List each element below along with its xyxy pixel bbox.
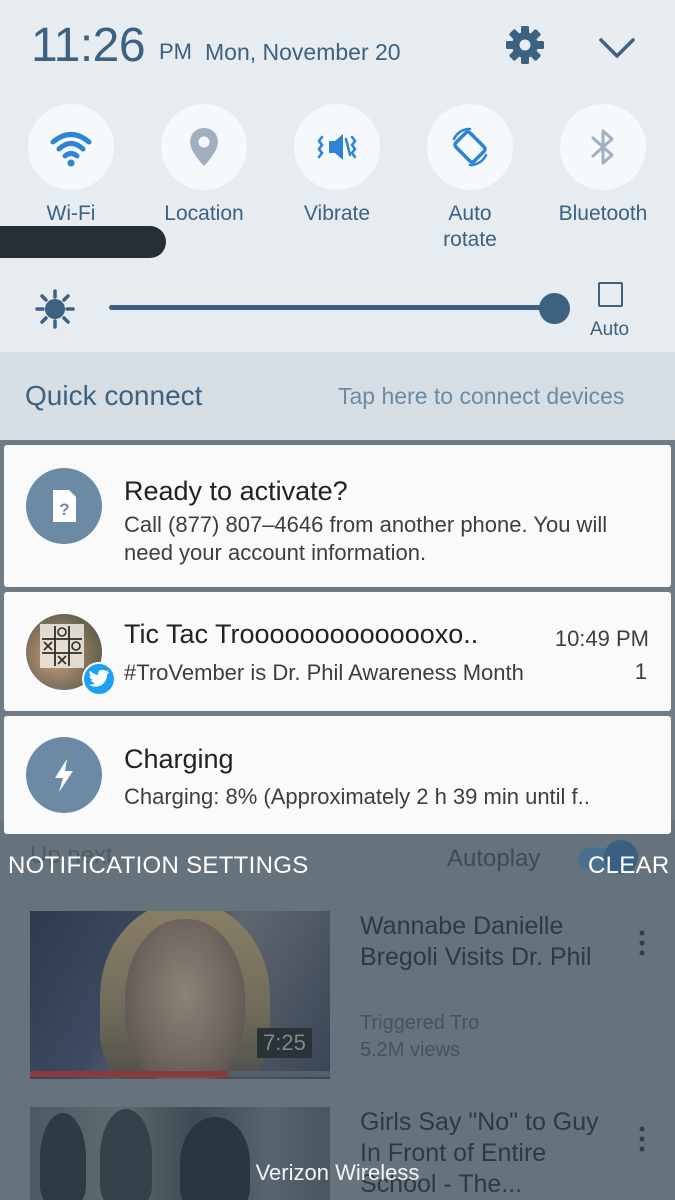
date-label: Mon, November 20 [205,39,401,65]
redaction-bar [0,226,166,258]
notification-body: #TroVember is Dr. Phil Awareness Month [124,660,524,685]
toggle-label: Vibrate [303,202,371,225]
chevron-down-icon[interactable] [597,28,637,68]
video-views: 5.2M views [360,1039,461,1061]
auto-brightness-checkbox[interactable] [598,282,623,307]
notification-count: 1 [634,659,647,684]
notification-card[interactable]: Tic Tac Troooooooooooooxo.. 10:49 PM #Tr… [4,592,671,711]
wifi-icon [50,132,92,167]
watch-progress [30,1071,228,1077]
more-options-icon: • • • [638,1119,646,1159]
bluetooth-toggle[interactable]: Bluetooth [543,104,663,264]
notification-card[interactable]: Charging Charging: 8% (Approximately 2 h… [4,716,671,834]
vibrate-icon [317,134,357,160]
auto-rotate-toggle[interactable]: Auto rotate [410,104,530,264]
notification-time: 10:49 PM [554,626,649,651]
bluetooth-icon [591,129,614,165]
notification-settings-button[interactable]: NOTIFICATION SETTINGS [8,852,309,880]
brightness-slider[interactable] [109,305,555,310]
video-thumbnail [30,1107,330,1200]
location-pin-icon [190,128,218,166]
sim-card-icon: ? [26,468,102,544]
clock-time: 11:26 [31,19,146,72]
gear-icon[interactable] [505,25,545,65]
quick-connect-title: Quick connect [25,380,203,411]
notification-title: Charging [124,744,234,774]
toggle-label: Auto rotate [443,202,497,251]
video-title: Girls Say "No" to Guy In Front of Entire… [360,1108,599,1198]
brightness-slider-thumb[interactable] [539,293,570,324]
auto-rotate-icon [452,127,488,167]
svg-text:?: ? [59,500,69,519]
notification-body: Call (877) 807–4646 from another phone. … [124,512,608,565]
twitter-icon [82,662,116,696]
more-options-icon: • • • [638,923,646,963]
toggle-label: Wi-Fi [46,202,96,225]
clear-button[interactable]: CLEAR [588,852,670,880]
notification-title: Tic Tac Troooooooooooooxo.. [124,619,479,649]
vibrate-toggle[interactable]: Vibrate [277,104,397,264]
brightness-icon [35,289,75,329]
video-channel: Triggered Tro [360,1012,480,1034]
lightning-icon [26,737,102,813]
notification-body: Charging: 8% (Approximately 2 h 39 min u… [124,784,590,809]
autoplay-label: Autoplay [447,845,541,872]
video-title: Wannabe Danielle Bregoli Visits Dr. Phil [360,912,592,971]
carrier-label: Verizon Wireless [255,1160,420,1185]
clock-ampm: PM [159,39,192,64]
video-duration: 7:25 [257,1028,312,1058]
toggle-label: Bluetooth [558,202,648,225]
auto-brightness-label: Auto [590,319,630,340]
notification-title: Ready to activate? [124,476,348,506]
notification-card[interactable]: ? Ready to activate? Call (877) 807–4646… [4,445,671,587]
watch-progress-remaining [228,1071,330,1077]
toggle-label: Location [164,202,244,225]
quick-connect-hint[interactable]: Tap here to connect devices [338,383,624,410]
